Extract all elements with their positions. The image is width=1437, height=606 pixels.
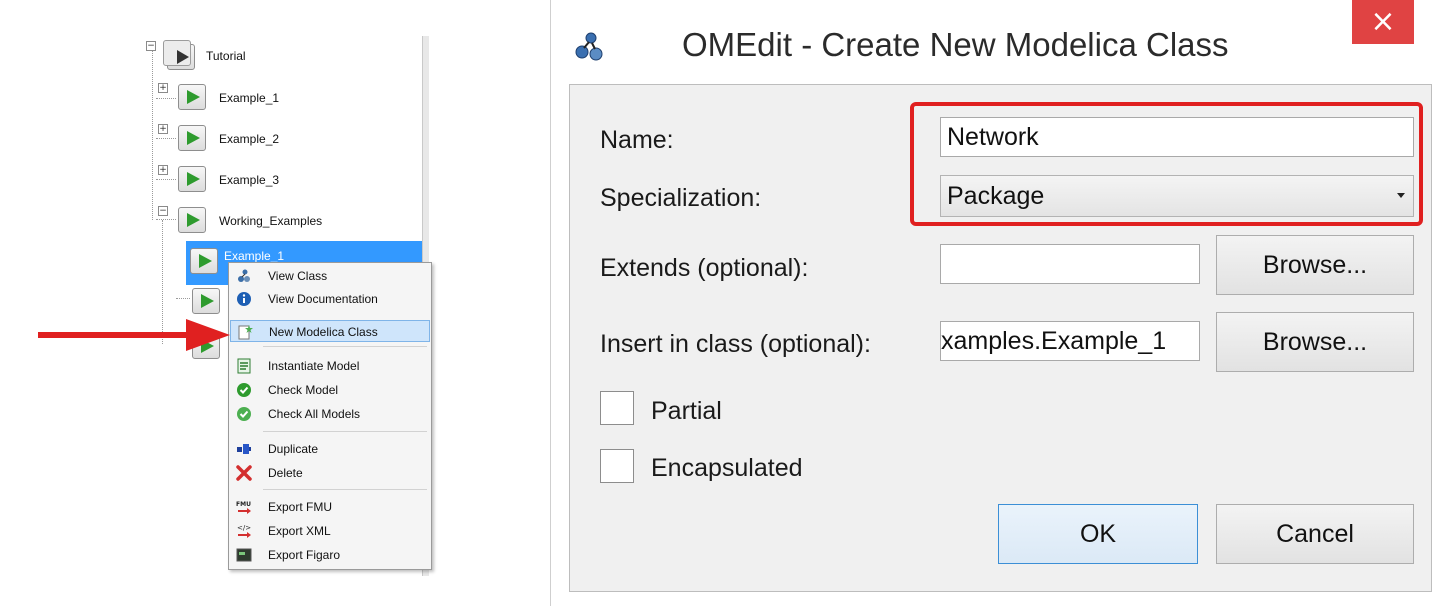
menu-item-view-class[interactable]: View Class [230, 265, 430, 287]
dialog-titlebar[interactable]: OMEdit - Create New Modelica Class × [551, 0, 1437, 84]
tree-line [156, 138, 176, 139]
tree-expander-example-1[interactable]: + [158, 83, 168, 93]
check-all-icon [236, 406, 252, 422]
omedit-app-icon [573, 30, 607, 67]
extends-field[interactable] [940, 244, 1200, 284]
model-play-icon [178, 84, 206, 110]
menu-item-export-figaro[interactable]: Export Figaro [230, 544, 430, 566]
extends-browse-button[interactable]: Browse... [1216, 235, 1414, 295]
menu-label: New Modelica Class [269, 325, 378, 339]
menu-item-check-model[interactable]: Check Model [230, 379, 430, 401]
ok-button[interactable]: OK [998, 504, 1198, 564]
tree-item-example-2[interactable]: Example_2 [219, 132, 279, 146]
context-menu: View Class View Documentation New Modeli… [228, 262, 432, 570]
cancel-button[interactable]: Cancel [1216, 504, 1414, 564]
annotation-arrow-icon [38, 319, 230, 351]
tree-expander-working-examples[interactable]: − [158, 206, 168, 216]
menu-label: View Documentation [268, 292, 378, 306]
menu-label: Check Model [268, 383, 339, 397]
create-new-class-dialog: OMEdit - Create New Modelica Class × Nam… [550, 0, 1437, 606]
menu-separator [263, 431, 427, 432]
menu-label: Delete [268, 466, 303, 480]
model-play-icon [178, 207, 206, 233]
menu-item-instantiate-model[interactable]: Instantiate Model [230, 355, 430, 377]
menu-item-duplicate[interactable]: Duplicate [230, 438, 430, 460]
menu-separator [263, 489, 427, 490]
tree-line [156, 219, 176, 220]
menu-label: Instantiate Model [268, 359, 360, 373]
tree-expander-example-3[interactable]: + [158, 165, 168, 175]
tree-line [176, 298, 190, 299]
encapsulated-label: Encapsulated [651, 454, 803, 482]
menu-label: Export XML [268, 524, 331, 538]
delete-icon [236, 465, 252, 481]
menu-item-new-modelica-class[interactable]: New Modelica Class [230, 320, 430, 342]
library-browser-panel: − Tutorial + Example_1 + Example_2 + Exa… [0, 0, 440, 606]
partial-checkbox[interactable] [600, 391, 634, 425]
view-class-icon [236, 268, 252, 284]
annotation-highlight-box [910, 102, 1423, 226]
menu-label: Export Figaro [268, 548, 341, 562]
tree-item-selected-label[interactable]: Example_1 [224, 249, 284, 263]
model-play-icon [178, 166, 206, 192]
extends-label: Extends (optional): [600, 254, 809, 282]
insert-browse-button[interactable]: Browse... [1216, 312, 1414, 372]
model-play-icon [192, 288, 220, 314]
tree-expander-example-2[interactable]: + [158, 124, 168, 134]
info-icon [236, 291, 252, 307]
menu-item-view-documentation[interactable]: View Documentation [230, 288, 430, 310]
insert-in-class-field[interactable]: xamples.Example_1 [940, 321, 1200, 361]
tree-line [156, 179, 176, 180]
specialization-label: Specialization: [600, 184, 762, 212]
tree-item-tutorial[interactable]: Tutorial [206, 49, 246, 63]
menu-label: Check All Models [268, 407, 361, 421]
model-play-icon [190, 248, 218, 274]
tree-item-example-3[interactable]: Example_3 [219, 173, 279, 187]
new-class-icon [237, 324, 253, 340]
tree-item-example-1[interactable]: Example_1 [219, 91, 279, 105]
menu-separator [263, 346, 427, 347]
menu-item-check-all-models[interactable]: Check All Models [230, 403, 430, 425]
menu-label: Duplicate [268, 442, 319, 456]
menu-label: View Class [268, 269, 328, 283]
tree-item-working-examples[interactable]: Working_Examples [219, 214, 322, 228]
tree-line [152, 50, 153, 220]
dialog-title: OMEdit - Create New Modelica Class [682, 26, 1229, 63]
tree-expander-tutorial[interactable]: − [146, 41, 156, 51]
svg-text:FMU: FMU [236, 501, 251, 508]
insert-in-class-label: Insert in class (optional): [600, 330, 871, 358]
duplicate-icon [236, 441, 252, 457]
export-figaro-icon [236, 547, 252, 563]
menu-item-export-fmu[interactable]: FMU Export FMU [230, 496, 430, 518]
encapsulated-checkbox[interactable] [600, 449, 634, 483]
model-play-icon [178, 125, 206, 151]
export-xml-icon: </> [236, 523, 252, 539]
menu-item-delete[interactable]: Delete [230, 462, 430, 484]
package-icon [163, 40, 195, 70]
name-label: Name: [600, 126, 674, 154]
svg-text:</>: </> [237, 524, 251, 532]
menu-item-export-xml[interactable]: </> Export XML [230, 520, 430, 542]
instantiate-icon [236, 358, 252, 374]
close-button[interactable]: × [1352, 0, 1414, 44]
menu-label: Export FMU [268, 500, 333, 514]
check-icon [236, 382, 252, 398]
export-fmu-icon: FMU [236, 499, 252, 515]
tree-line [156, 98, 176, 99]
partial-label: Partial [651, 397, 722, 425]
